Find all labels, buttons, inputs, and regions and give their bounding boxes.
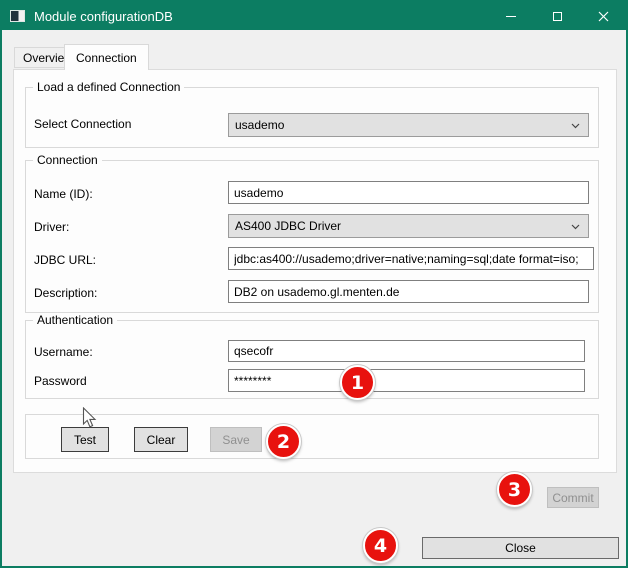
maximize-icon [553, 12, 562, 21]
select-connection-value: usademo [235, 118, 284, 132]
close-button[interactable]: Close [422, 537, 619, 559]
group-connection: Connection Name (ID): Driver: AS400 JDBC… [25, 160, 599, 313]
test-button[interactable]: Test [61, 427, 109, 452]
select-connection-dropdown[interactable]: usademo [228, 113, 589, 137]
username-label: Username: [34, 345, 93, 359]
group-authentication: Authentication Username: Password [25, 320, 599, 399]
group-load-legend: Load a defined Connection [33, 80, 184, 94]
annotation-badge-4: 4 [363, 528, 398, 563]
dialog-window: Module configurationDB Overview Connecti… [0, 0, 628, 568]
window-controls [488, 2, 626, 30]
save-button[interactable]: Save [210, 427, 262, 452]
password-label: Password [34, 374, 87, 388]
select-connection-label: Select Connection [34, 117, 131, 131]
commit-button[interactable]: Commit [547, 487, 599, 508]
annotation-badge-3: 3 [497, 472, 532, 507]
close-icon [598, 11, 609, 22]
description-input[interactable] [228, 280, 589, 303]
close-window-button[interactable] [580, 2, 626, 30]
jdbc-url-label: JDBC URL: [34, 253, 96, 267]
annotation-badge-2: 2 [266, 424, 301, 459]
tab-connection[interactable]: Connection [64, 44, 149, 70]
annotation-badge-1: 1 [340, 365, 375, 400]
driver-dropdown[interactable]: AS400 JDBC Driver [228, 214, 589, 238]
group-connection-legend: Connection [33, 153, 102, 167]
clear-button[interactable]: Clear [134, 427, 188, 452]
group-authentication-legend: Authentication [33, 313, 117, 327]
driver-value: AS400 JDBC Driver [235, 219, 341, 233]
username-input[interactable] [228, 340, 585, 362]
name-id-label: Name (ID): [34, 187, 93, 201]
driver-label: Driver: [34, 220, 69, 234]
jdbc-url-input[interactable] [228, 247, 594, 270]
minimize-icon [506, 16, 516, 17]
title-bar: Module configurationDB [2, 2, 626, 30]
password-input[interactable] [228, 369, 585, 392]
dialog-body: Overview Connection Load a defined Conne… [2, 30, 626, 566]
mouse-cursor-icon [82, 407, 97, 429]
chevron-down-icon [571, 123, 580, 129]
tab-content-pane: Load a defined Connection Select Connect… [13, 69, 617, 473]
window-title: Module configurationDB [34, 9, 173, 24]
minimize-button[interactable] [488, 2, 534, 30]
maximize-button[interactable] [534, 2, 580, 30]
description-label: Description: [34, 286, 97, 300]
group-action-buttons: Test Clear Save [25, 414, 599, 459]
group-load-connection: Load a defined Connection Select Connect… [25, 87, 599, 148]
name-id-input[interactable] [228, 181, 589, 204]
chevron-down-icon [571, 224, 580, 230]
app-icon [10, 10, 25, 22]
